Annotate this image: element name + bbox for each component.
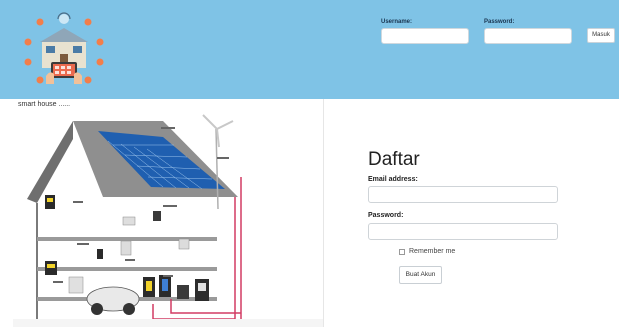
remember-me-label: Remember me <box>409 248 456 255</box>
smart-home-logo-icon <box>24 12 104 84</box>
password-input[interactable] <box>484 28 572 44</box>
create-account-button[interactable]: Buat Akun <box>399 266 442 284</box>
smart-house-diagram-icon <box>13 114 323 327</box>
top-header: Username: Password: Masuk <box>0 0 619 99</box>
username-label: Username: <box>381 19 413 25</box>
form-title: Daftar <box>368 149 420 170</box>
password-field[interactable] <box>368 223 558 240</box>
remember-me-checkbox[interactable] <box>399 248 405 255</box>
email-field[interactable] <box>368 186 558 203</box>
username-input[interactable] <box>381 28 469 44</box>
email-label: Email address: <box>368 176 418 183</box>
login-button[interactable]: Masuk <box>587 28 615 43</box>
smart-house-panel: smart house ...... <box>13 99 324 327</box>
left-gutter <box>0 99 13 327</box>
caption-text: smart house ...... <box>18 101 71 108</box>
page: Username: Password: Masuk smart house ..… <box>0 0 619 327</box>
remember-me: Remember me <box>399 248 455 255</box>
password-label: Password: <box>484 19 515 25</box>
password-field-label: Password: <box>368 212 404 219</box>
